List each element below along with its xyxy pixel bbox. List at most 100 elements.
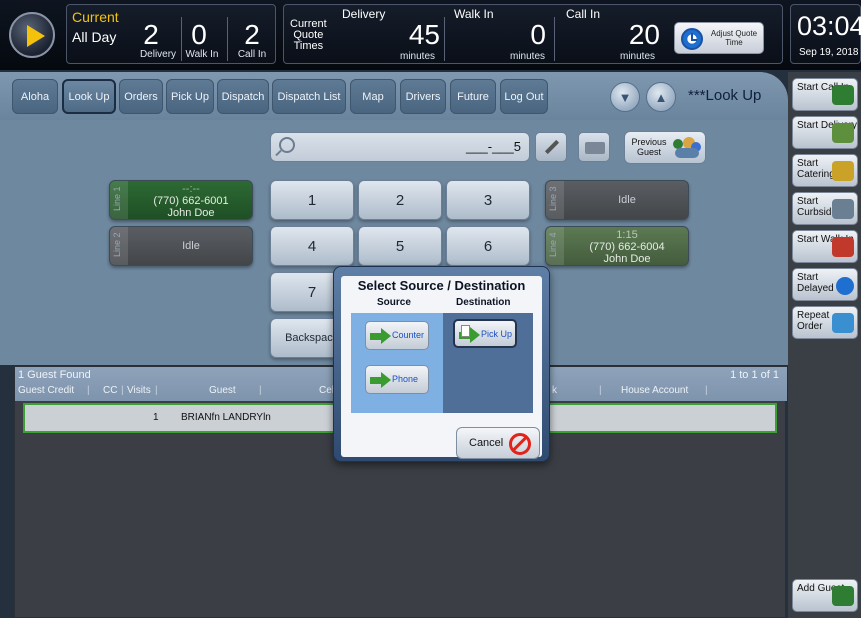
current-time: 03:04: [797, 11, 861, 41]
nav-pick-up[interactable]: Pick Up: [166, 79, 214, 114]
delivery-truck-icon: [832, 123, 854, 143]
cancel-label: Cancel: [469, 437, 504, 449]
adjust-quote-time-button[interactable]: Adjust Quote Time: [674, 22, 764, 54]
nav-bar: Aloha Look Up Orders Pick Up Dispatch Di…: [0, 72, 788, 120]
dialog-body: Select Source / Destination Source Desti…: [341, 276, 542, 459]
guests-found-count: 1 Guest Found: [18, 369, 91, 381]
destination-pick-up-label: Pick Up: [481, 329, 513, 339]
start-delivery-button[interactable]: Start Delivery: [792, 116, 858, 149]
delivery-count: 2: [143, 19, 159, 50]
phone-search-input[interactable]: ___-___5: [270, 132, 530, 162]
keypad-5[interactable]: 5: [358, 226, 442, 266]
line-tab-label: Line 2: [112, 232, 122, 257]
keypad-3[interactable]: 3: [446, 180, 530, 220]
line-1-time: --:--: [182, 183, 200, 195]
divider: [444, 17, 445, 61]
cancel-button[interactable]: Cancel: [456, 427, 540, 459]
start-call-in-button[interactable]: Start Call In: [792, 78, 858, 111]
wrench-icon: [545, 139, 559, 153]
start-walk-in-button[interactable]: Start Walk In: [792, 230, 858, 263]
quote-times-label-line3: Times: [293, 40, 324, 52]
nav-drivers[interactable]: Drivers: [400, 79, 446, 114]
previous-guest-button[interactable]: Previous Guest: [624, 131, 706, 164]
play-button[interactable]: [9, 12, 55, 58]
line-tab-label: Line 4: [548, 232, 558, 257]
arrow-right-icon: [370, 372, 392, 388]
column-guest[interactable]: Guest: [209, 385, 236, 396]
destination-pick-up-button[interactable]: Pick Up: [453, 319, 517, 348]
line-1-button[interactable]: Line 1 --:-- (770) 662-6001 John Doe: [109, 180, 253, 220]
search-value: ___-___5: [466, 139, 521, 154]
keypad-2[interactable]: 2: [358, 180, 442, 220]
action-sidebar: Start Call In Start Delivery Start Cater…: [788, 72, 861, 618]
row-visits: 1: [153, 412, 159, 423]
line-tab: Line 2: [110, 227, 128, 265]
page-title: ***Look Up: [688, 87, 762, 104]
source-phone-button[interactable]: Phone: [365, 365, 429, 394]
walk-in-quote-unit: minutes: [510, 51, 546, 62]
nav-log-out[interactable]: Log Out: [500, 79, 548, 114]
column-divider: |: [259, 385, 262, 396]
start-delayed-button[interactable]: Start Delayed: [792, 268, 858, 301]
line-1-phone: (770) 662-6001: [153, 195, 229, 207]
column-divider: |: [121, 385, 124, 396]
keypad-1[interactable]: 1: [270, 180, 354, 220]
line-tab-label: Line 3: [548, 186, 558, 211]
call-in-quote-unit: minutes: [620, 51, 656, 62]
cancel-icon: [509, 433, 531, 455]
start-catering-button[interactable]: Start Catering: [792, 154, 858, 187]
tools-button[interactable]: [535, 132, 567, 162]
column-house-account[interactable]: House Account: [621, 385, 688, 396]
column-visits[interactable]: Visits: [127, 385, 151, 396]
walk-in-count: 0: [191, 19, 207, 50]
quote-times-label: Current Quote Times: [290, 19, 327, 52]
source-heading: Source: [377, 297, 411, 308]
call-in-quote-caption: Call In: [566, 7, 601, 21]
column-work[interactable]: k: [552, 385, 557, 396]
column-guest-credit[interactable]: Guest Credit: [18, 385, 74, 396]
current-label: Current: [72, 9, 119, 25]
nav-future[interactable]: Future: [450, 79, 496, 114]
keypad-6[interactable]: 6: [446, 226, 530, 266]
play-icon: [27, 25, 45, 47]
keypad-4[interactable]: 4: [270, 226, 354, 266]
start-curbside-button[interactable]: Start Curbside: [792, 192, 858, 225]
select-source-destination-dialog: Select Source / Destination Source Desti…: [333, 266, 550, 462]
source-counter-label: Counter: [392, 330, 425, 340]
keyboard-icon: [585, 142, 605, 154]
source-counter-button[interactable]: Counter: [365, 321, 429, 350]
call-in-quote-value: 20: [628, 19, 660, 50]
source-column: Counter Phone: [351, 313, 443, 413]
column-cell[interactable]: Cel: [319, 385, 334, 396]
clock-icon: [681, 28, 703, 50]
status-bar: Current All Day 2 Delivery 0 Walk In 2 C…: [0, 0, 861, 70]
line-1-name: John Doe: [167, 207, 215, 219]
column-divider: |: [705, 385, 708, 396]
nav-aloha[interactable]: Aloha: [12, 79, 58, 114]
line-4-button[interactable]: Line 4 1:15 (770) 662-6004 John Doe: [545, 226, 689, 266]
line-2-button[interactable]: Line 2 Idle: [109, 226, 253, 266]
nav-look-up[interactable]: Look Up: [62, 79, 116, 114]
repeat-order-button[interactable]: Repeat Order: [792, 306, 858, 339]
nav-map[interactable]: Map: [350, 79, 396, 114]
line-4-phone: (770) 662-6004: [589, 241, 665, 253]
source-phone-label: Phone: [392, 374, 419, 384]
delivery-count-caption: Delivery: [139, 49, 177, 60]
scroll-up-button[interactable]: ▲: [646, 82, 676, 112]
line-tab-label: Line 1: [112, 186, 122, 211]
line-3-button[interactable]: Line 3 Idle: [545, 180, 689, 220]
scroll-down-button[interactable]: ▼: [610, 82, 640, 112]
walk-in-quote-caption: Walk In: [454, 7, 494, 21]
arrow-right-icon: [370, 328, 392, 344]
walk-in-quote-value: 0: [530, 19, 546, 50]
nav-dispatch[interactable]: Dispatch: [217, 79, 269, 114]
nav-orders[interactable]: Orders: [119, 79, 163, 114]
column-divider: |: [87, 385, 90, 396]
add-guest-button[interactable]: Add Guest: [792, 579, 858, 612]
column-cc[interactable]: CC: [103, 385, 117, 396]
call-in-count-caption: Call In: [237, 49, 267, 60]
keyboard-button[interactable]: [578, 132, 610, 162]
dialog-title: Select Source / Destination: [357, 278, 526, 293]
line-tab: Line 1: [110, 181, 128, 219]
nav-dispatch-list[interactable]: Dispatch List: [272, 79, 346, 114]
